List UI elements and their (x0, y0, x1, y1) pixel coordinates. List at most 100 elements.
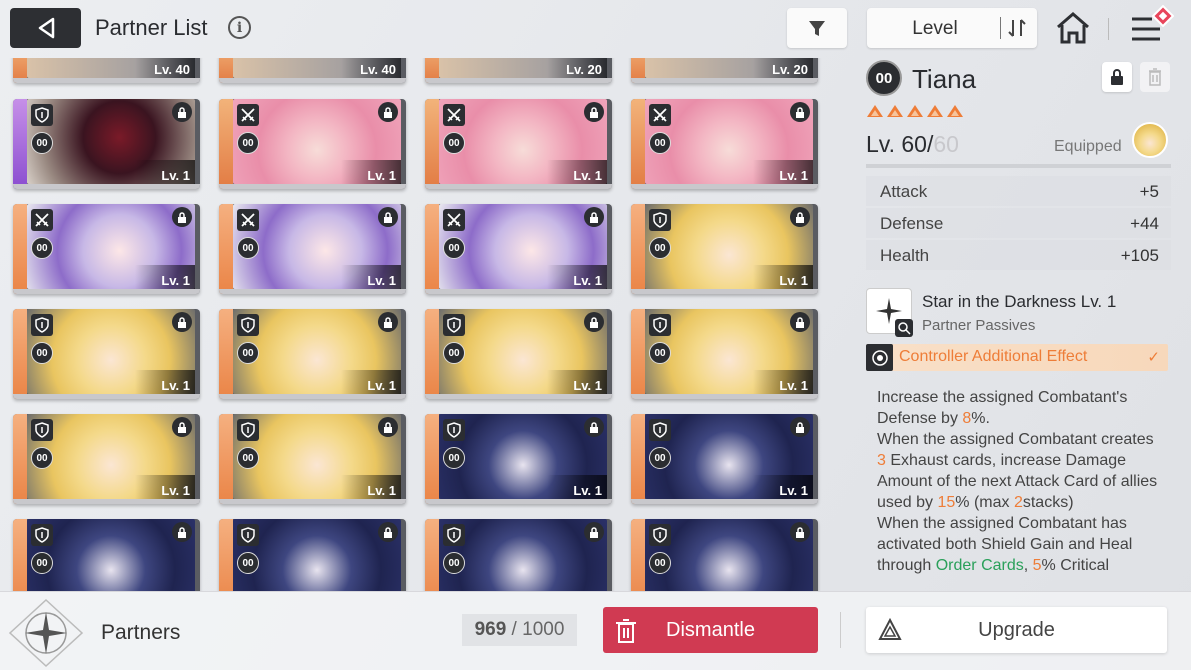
equipped-avatar[interactable] (1132, 122, 1168, 158)
rarity-star-icon (907, 105, 923, 117)
controller-icon: 00 (237, 132, 259, 154)
lock-icon[interactable] (172, 522, 192, 542)
lock-icon[interactable] (790, 207, 810, 227)
stat-value: +5 (1139, 182, 1159, 201)
attacker-class-icon (237, 209, 259, 231)
stat-value: +44 (1130, 214, 1159, 233)
desc-value: 5 (1032, 557, 1042, 574)
partner-card[interactable]: Lv. 1 00 (631, 204, 818, 294)
card-base (631, 499, 818, 504)
partner-card[interactable]: Lv. 1 00 (425, 414, 612, 504)
rarity-stripe (13, 414, 27, 504)
controller-icon: 00 (443, 132, 465, 154)
rarity-stripe (631, 99, 645, 189)
card-base (631, 289, 818, 294)
controller-effect-bar[interactable]: Controller Additional Effect ✓ (866, 344, 1168, 371)
card-level: Lv. 1 (367, 273, 396, 288)
partner-card[interactable]: Lv. 1 00 (425, 204, 612, 294)
partner-card[interactable]: Lv. 1 00 (13, 309, 200, 399)
card-level: Lv. 1 (367, 483, 396, 498)
header-divider (1108, 18, 1109, 40)
partner-card[interactable]: Lv. 1 00 (219, 204, 406, 294)
filter-icon (809, 21, 825, 36)
partner-card[interactable]: Lv. 1 00 (631, 414, 818, 504)
rarity-star-icon (887, 105, 903, 117)
filter-button[interactable] (787, 8, 847, 48)
controller-effect-icon (866, 344, 893, 371)
controller-icon: 00 (31, 237, 53, 259)
lock-icon[interactable] (790, 522, 810, 542)
lock-icon[interactable] (584, 102, 604, 122)
controller-icon: 00 (237, 552, 259, 574)
lock-icon[interactable] (584, 522, 604, 542)
lock-icon[interactable] (584, 312, 604, 332)
partner-card[interactable]: 00 (425, 519, 612, 591)
skill-card[interactable]: Star in the Darkness Lv. 1 Partner Passi… (866, 286, 1171, 342)
partner-card[interactable]: Lv. 40 (219, 58, 406, 83)
stat-label: Attack (880, 182, 928, 201)
lock-icon[interactable] (378, 312, 398, 332)
count-max: 1000 (522, 619, 565, 640)
lock-icon[interactable] (378, 522, 398, 542)
stat-label: Health (880, 246, 930, 265)
lock-icon[interactable] (378, 102, 398, 122)
rarity-stripe (631, 519, 645, 591)
controller-icon: 00 (866, 60, 902, 96)
partner-card[interactable]: Lv. 20 (631, 58, 818, 83)
defender-class-icon (237, 314, 259, 336)
lock-button[interactable] (1102, 62, 1132, 92)
sort-order-icon[interactable] (1007, 17, 1027, 39)
partner-card[interactable]: 00 (13, 519, 200, 591)
partner-card[interactable]: Lv. 1 00 (425, 99, 612, 189)
controller-icon: 00 (443, 237, 465, 259)
partner-card[interactable]: 00 (219, 519, 406, 591)
lock-icon[interactable] (584, 207, 604, 227)
partner-card[interactable]: 00 (631, 519, 818, 591)
checkmark-icon: ✓ (1147, 349, 1160, 366)
upgrade-button[interactable]: Upgrade (866, 607, 1167, 653)
trash-button[interactable] (1140, 62, 1170, 92)
lock-icon[interactable] (172, 417, 192, 437)
partner-card[interactable]: Lv. 1 00 (219, 99, 406, 189)
sort-selector[interactable]: Level (867, 8, 1037, 48)
partner-card[interactable]: Lv. 1 00 (13, 99, 200, 189)
card-base (219, 289, 406, 294)
partner-card[interactable]: Lv. 1 00 (425, 309, 612, 399)
controller-icon: 00 (31, 132, 53, 154)
trash-icon (1149, 68, 1161, 86)
partner-grid[interactable]: Lv. 40 Lv. 40 Lv. 20 Lv. 20 Lv. 1 00 Lv. 1 00 Lv… (0, 58, 840, 591)
info-icon[interactable]: i (228, 16, 251, 39)
home-icon[interactable] (1055, 11, 1091, 45)
effect-label: Controller Additional Effect (899, 348, 1088, 365)
desc-keyword: Order Cards (935, 557, 1024, 574)
magnifier-icon[interactable] (895, 319, 913, 337)
partner-card[interactable]: Lv. 1 00 (631, 309, 818, 399)
star-skill-icon (866, 288, 913, 337)
partner-card[interactable]: Lv. 40 (13, 58, 200, 83)
lock-icon[interactable] (378, 417, 398, 437)
lock-icon[interactable] (584, 417, 604, 437)
partner-card[interactable]: Lv. 1 00 (219, 414, 406, 504)
partner-card[interactable]: Lv. 1 00 (219, 309, 406, 399)
lock-icon[interactable] (378, 207, 398, 227)
partners-emblem-icon (8, 598, 84, 668)
lock-icon[interactable] (172, 102, 192, 122)
lock-icon[interactable] (790, 102, 810, 122)
partner-card[interactable]: Lv. 1 00 (631, 99, 818, 189)
attacker-class-icon (443, 104, 465, 126)
rarity-stars (866, 104, 964, 118)
lock-icon[interactable] (790, 312, 810, 332)
lock-icon[interactable] (172, 207, 192, 227)
partner-count: 969 / 1000 (462, 614, 577, 646)
partner-card[interactable]: Lv. 1 00 (13, 414, 200, 504)
rarity-star-icon (947, 105, 963, 117)
back-button[interactable] (10, 8, 81, 48)
dismantle-button[interactable]: Dismantle (603, 607, 818, 653)
rarity-stripe (425, 414, 439, 504)
partner-card[interactable]: Lv. 20 (425, 58, 612, 83)
card-base (425, 78, 612, 83)
lock-icon[interactable] (172, 312, 192, 332)
lock-icon[interactable] (790, 417, 810, 437)
defender-class-icon (443, 419, 465, 441)
partner-card[interactable]: Lv. 1 00 (13, 204, 200, 294)
